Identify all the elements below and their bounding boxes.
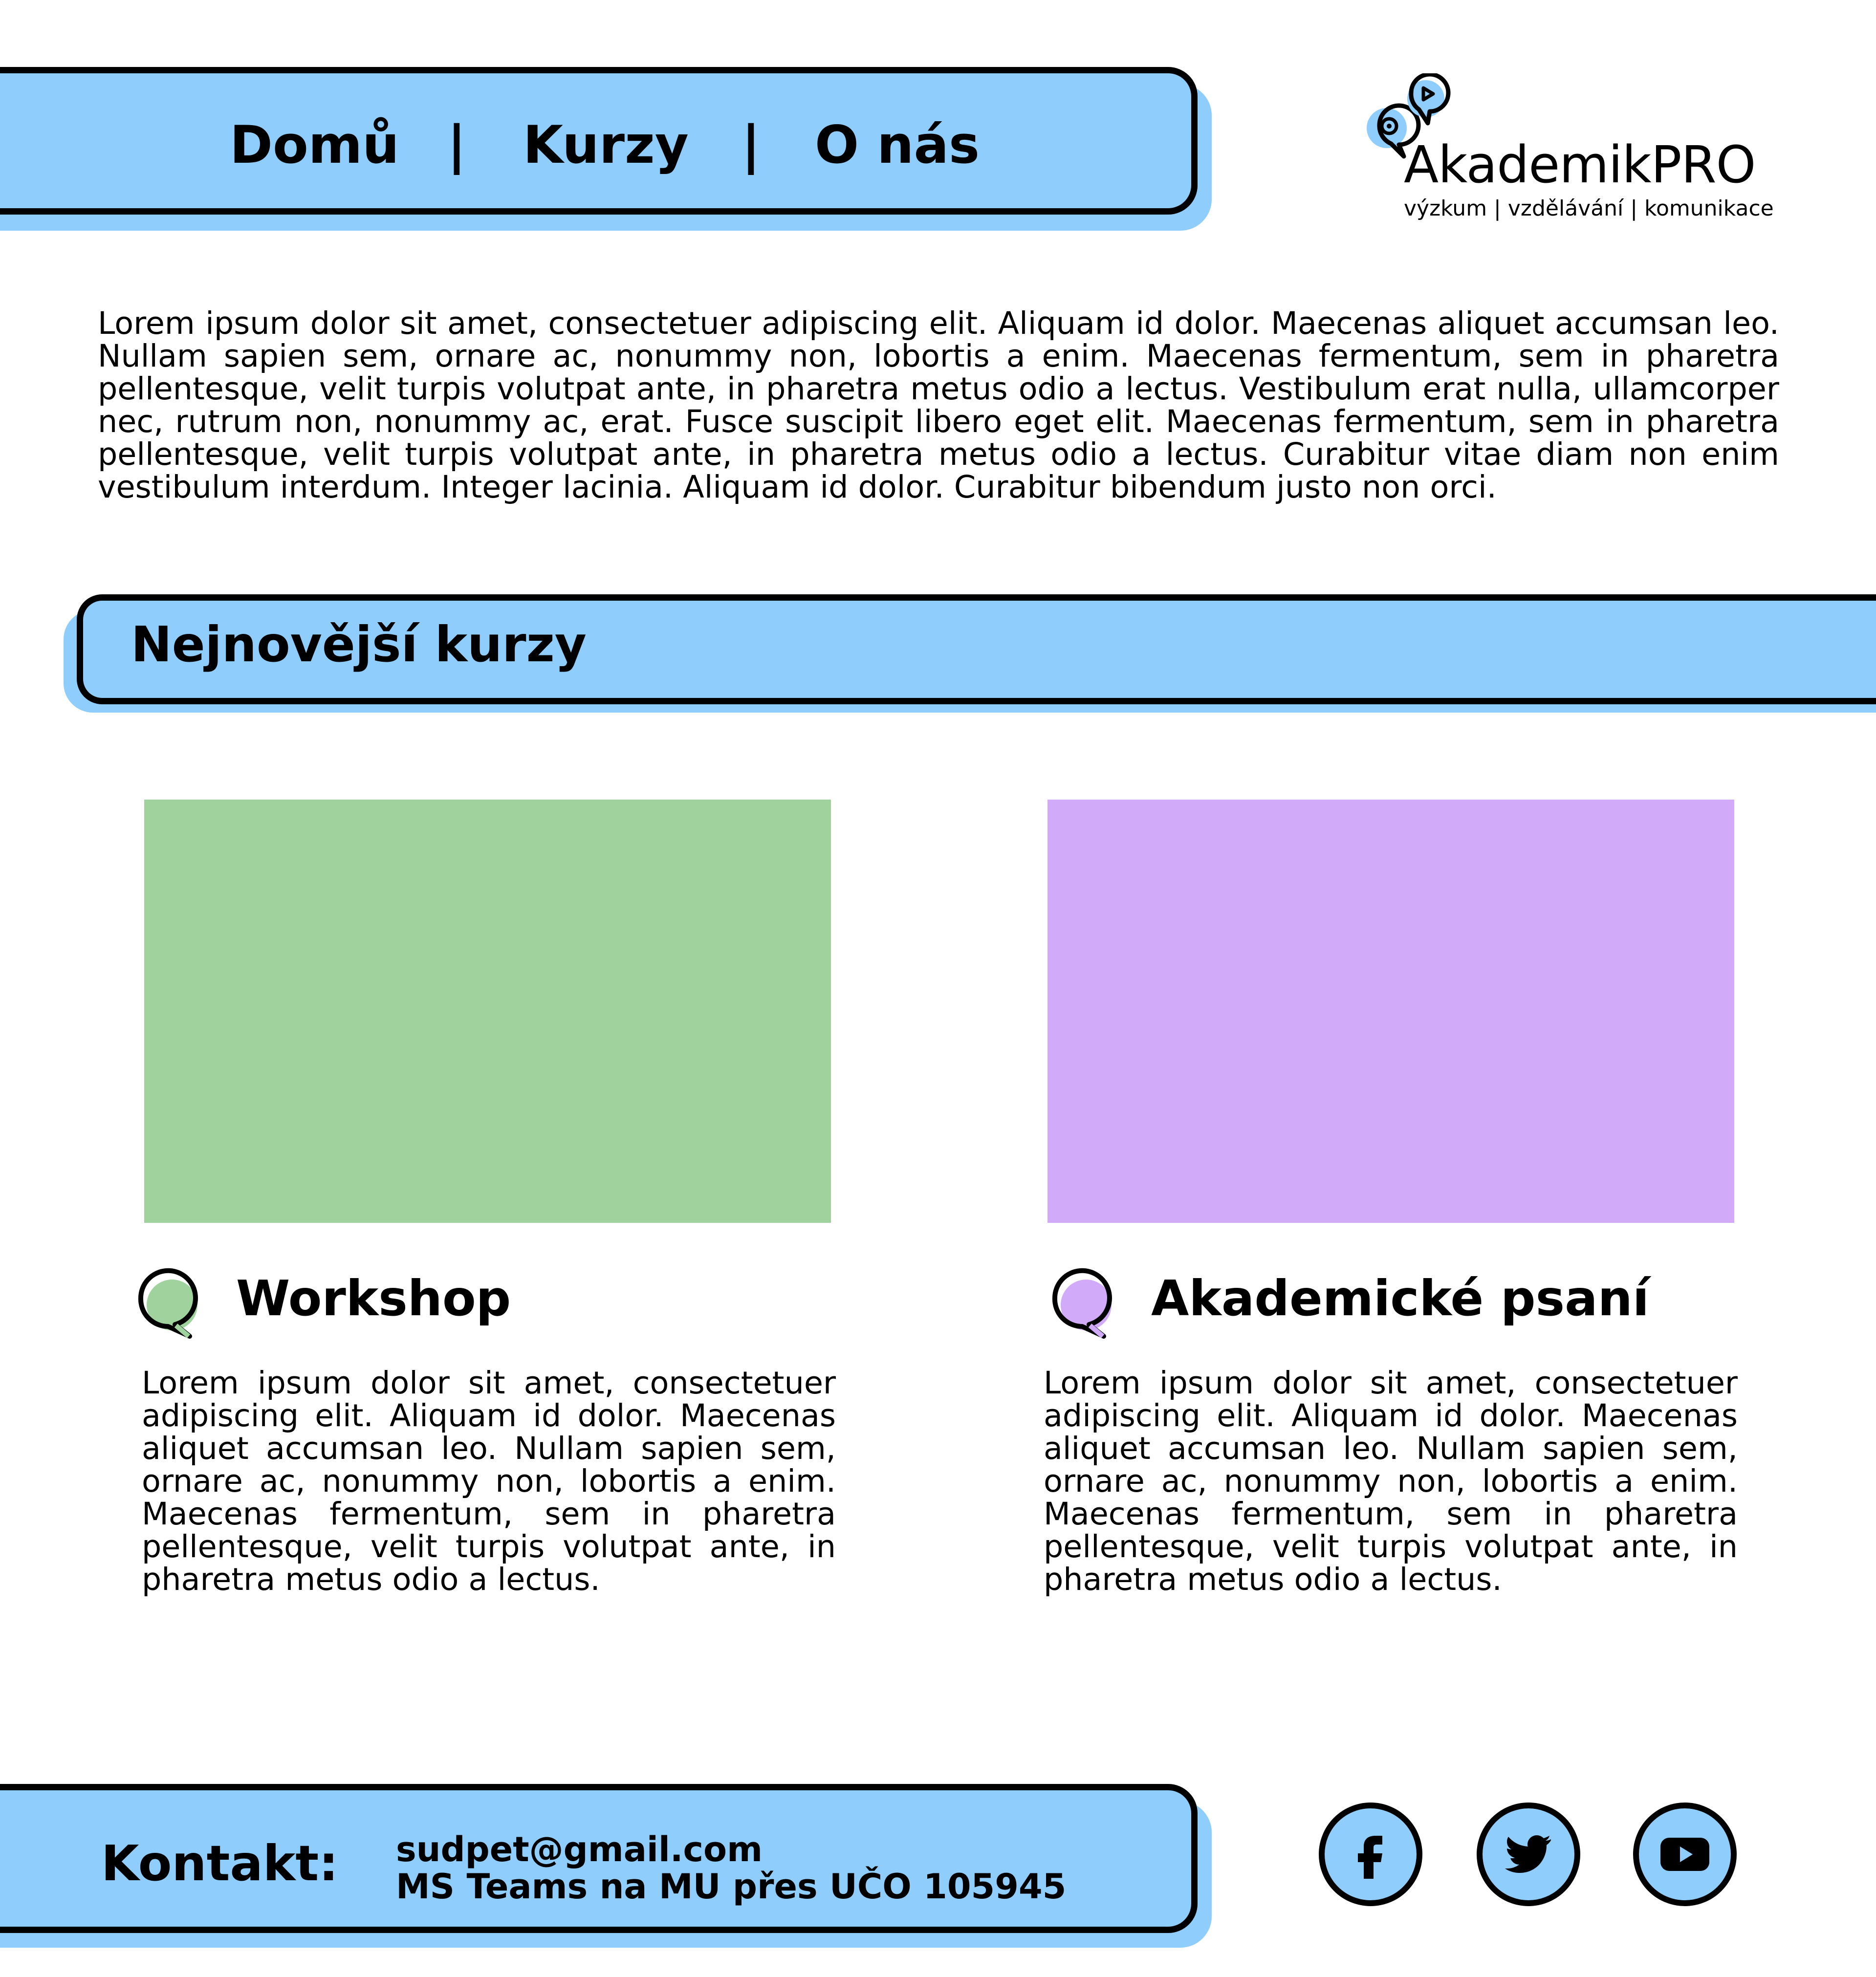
contact-email-link[interactable]: sudpet@gmail.com — [396, 1831, 763, 1868]
facebook-button[interactable] — [1319, 1803, 1422, 1906]
nav-item-about[interactable]: O nás — [815, 118, 980, 172]
logo-tagline: výzkum | vzdělávání | komunikace — [1404, 196, 1774, 221]
nav-separator: | — [447, 115, 466, 175]
speech-bubble-icon — [138, 1268, 198, 1339]
logo-wordmark[interactable]: AkademikPRO — [1404, 138, 1756, 192]
course-description-academic-writing: Lorem ipsum dolor sit amet, consectetuer… — [1044, 1365, 1738, 1597]
course-image-workshop[interactable] — [144, 800, 831, 1223]
nav-separator: | — [742, 115, 761, 175]
course-description-workshop: Lorem ipsum dolor sit amet, consectetuer… — [142, 1365, 836, 1597]
youtube-button[interactable] — [1633, 1803, 1737, 1906]
twitter-icon — [1505, 1835, 1551, 1873]
course-title-academic-writing[interactable]: Akademické psaní — [1151, 1272, 1649, 1325]
speech-bubble-icon — [1052, 1268, 1112, 1339]
course-title-workshop[interactable]: Workshop — [236, 1272, 511, 1325]
twitter-button[interactable] — [1477, 1803, 1580, 1906]
section-title: Nejnovější kurzy — [131, 616, 587, 673]
nav-item-courses[interactable]: Kurzy — [523, 118, 689, 172]
nav-item-home[interactable]: Domů — [230, 118, 399, 172]
intro-paragraph: Lorem ipsum dolor sit amet, consectetuer… — [98, 305, 1779, 505]
youtube-icon — [1660, 1838, 1709, 1871]
facebook-icon — [1358, 1836, 1382, 1879]
course-image-academic-writing[interactable] — [1047, 800, 1734, 1223]
contact-teams-info: MS Teams na MU přes UČO 105945 — [396, 1867, 1067, 1907]
contact-label: Kontakt: — [101, 1835, 339, 1892]
